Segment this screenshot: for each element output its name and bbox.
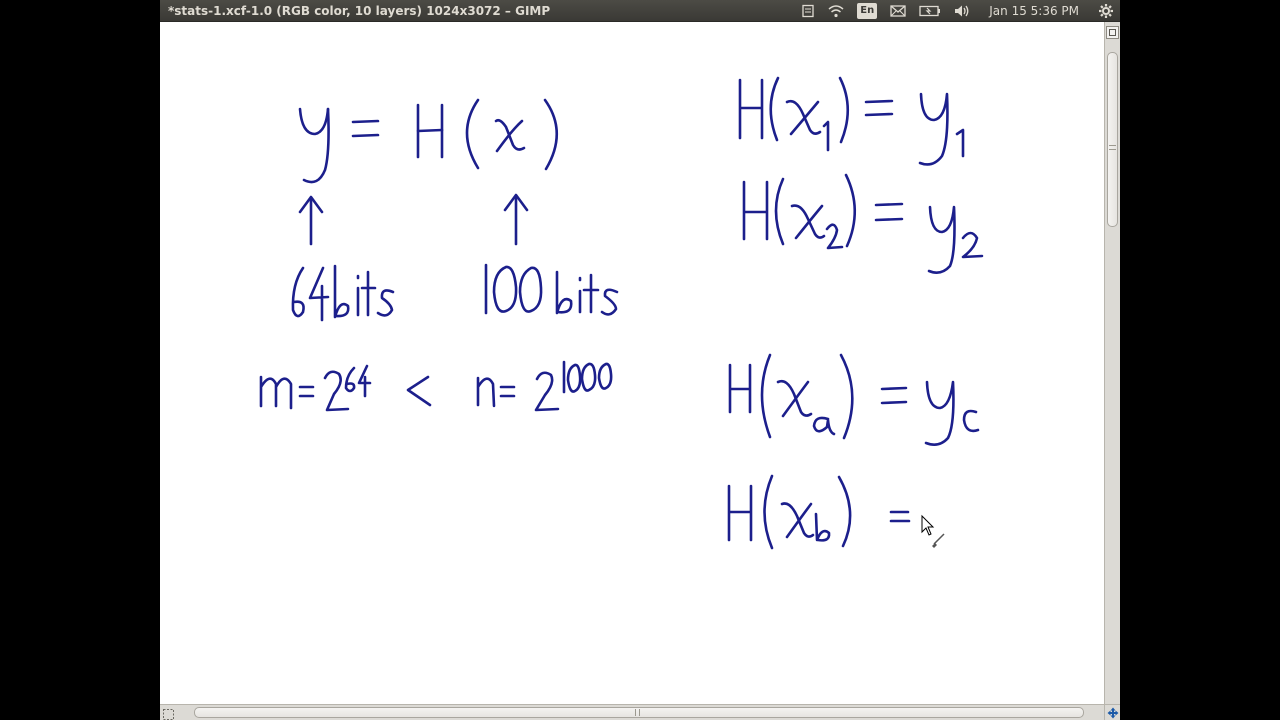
mouse-cursor: [921, 514, 945, 548]
battery-icon[interactable]: [919, 0, 941, 22]
top-panel: *stats-1.xcf-1.0 (RGB color, 10 layers) …: [160, 0, 1120, 22]
equation-h-xb-equals: [727, 474, 911, 550]
window-title: *stats-1.xcf-1.0 (RGB color, 10 layers) …: [168, 3, 551, 18]
arrow-under-y: [298, 195, 324, 246]
horizontal-scrollbar-grip: [635, 709, 640, 716]
notes-icon[interactable]: [801, 0, 815, 22]
handwriting-layer: [259, 76, 984, 550]
volume-icon[interactable]: [954, 0, 970, 22]
equation-y-equals-h-x: [298, 98, 558, 184]
zoom-to-fit-button[interactable]: [1106, 24, 1119, 39]
mail-icon[interactable]: [890, 0, 906, 22]
text-64bits: [291, 264, 395, 322]
keyboard-layout-label: En: [857, 3, 878, 19]
quick-mask-icon: [163, 709, 174, 720]
equation-h-x2-equals-y2: [742, 173, 984, 274]
navigate-button[interactable]: [1104, 704, 1120, 720]
zoom-icon: [1106, 26, 1119, 39]
clock[interactable]: Jan 15 5:36 PM: [983, 0, 1085, 22]
image-canvas[interactable]: [160, 22, 1104, 704]
arrow-under-x: [503, 193, 529, 246]
wifi-icon[interactable]: [828, 0, 844, 22]
horizontal-scrollbar[interactable]: [160, 704, 1104, 720]
equation-h-x1-equals-y1: [738, 76, 965, 166]
equation-m-lt-n: [259, 360, 613, 412]
move-arrows-icon: [1107, 707, 1118, 718]
quick-mask-toggle[interactable]: [162, 706, 175, 720]
vertical-scrollbar-grip: [1109, 145, 1116, 150]
text-100-bits: [484, 263, 619, 316]
equation-h-xa-equals-yc: [728, 353, 980, 446]
keyboard-layout-indicator[interactable]: En: [857, 0, 878, 22]
vertical-scrollbar-thumb[interactable]: [1107, 52, 1118, 227]
gear-icon[interactable]: [1098, 0, 1114, 22]
clock-label: Jan 15 5:36 PM: [989, 4, 1079, 18]
vertical-scrollbar[interactable]: [1104, 22, 1120, 704]
indicator-area: En Jan 15 5:36 PM: [801, 0, 1114, 22]
